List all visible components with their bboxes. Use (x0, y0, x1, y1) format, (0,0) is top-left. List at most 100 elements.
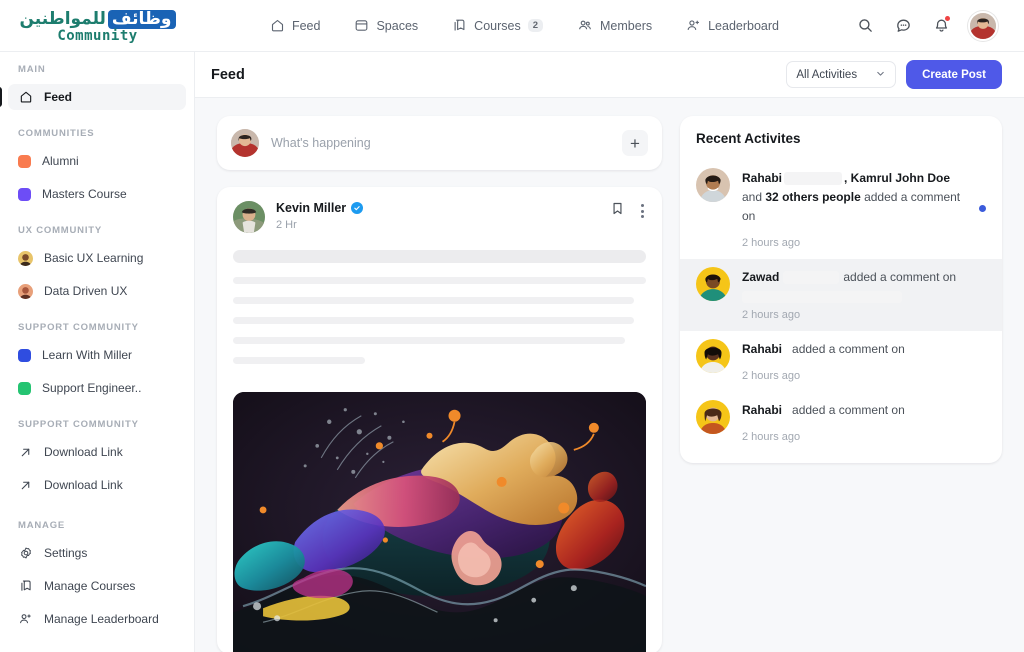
members-icon (577, 18, 593, 33)
activity-timestamp: 2 hours ago (742, 431, 801, 443)
activity-item[interactable]: Rahabi added a comment on 2 hours ago (680, 331, 1002, 392)
activity-text: Zawad added a comment on (742, 268, 986, 303)
sidebar-item-basic-ux-learning[interactable]: Basic UX Learning (8, 245, 186, 271)
sidebar-group-label: UX COMMUNITY (18, 225, 103, 236)
placeholder-line (233, 297, 634, 304)
activity-text-block: Zawad added a comment on 2 hours ago (742, 267, 986, 321)
post-timestamp: 2 Hr (276, 219, 297, 231)
nav-item-courses[interactable]: Courses 2 (448, 12, 547, 39)
top-bar-actions (854, 10, 1002, 41)
create-post-button[interactable]: Create Post (906, 60, 1002, 89)
more-vertical-icon[interactable] (639, 202, 646, 220)
nav-item-spaces[interactable]: Spaces (350, 12, 422, 39)
sidebar-group-label: MAIN (18, 64, 46, 75)
activity-actor: Zawad (742, 270, 780, 284)
brand-arabic-rest: للمواطنين (19, 9, 106, 29)
post-composer[interactable]: What's happening + (217, 116, 662, 170)
avatar[interactable] (233, 201, 265, 233)
activity-count: 32 (765, 190, 779, 204)
chevron-down-icon (875, 68, 886, 82)
nav-item-members[interactable]: Members (573, 12, 656, 39)
leaderboard-icon (18, 612, 33, 626)
avatar (696, 339, 730, 373)
activity-item[interactable]: Rahabi , Kamrul John Doe and 32 others pe… (680, 160, 1002, 259)
color-swatch-icon (18, 154, 31, 168)
sidebar-item-label: Manage Courses (44, 579, 136, 593)
avatar (231, 129, 259, 157)
activity-action: added a comment on (792, 342, 905, 356)
unread-dot (979, 205, 986, 212)
add-attachment-button[interactable]: + (622, 130, 648, 156)
page-title: Feed (211, 66, 245, 83)
redacted-text (742, 291, 902, 303)
post-card: Kevin Miller 2 Hr (217, 187, 662, 652)
sidebar-group-label: SUPPORT COMMUNITY (18, 419, 139, 430)
recent-activities-column: Recent Activites Rahabi , Kamrul John Doe… (680, 116, 1002, 652)
sidebar-item-feed[interactable]: Feed (0, 84, 186, 110)
sidebar-item-download-link-1[interactable]: Download Link (8, 439, 186, 465)
sidebar-group-label: SUPPORT COMMUNITY (18, 322, 139, 333)
activity-actor: Rahabi (742, 171, 783, 185)
sidebar-item-manage-courses[interactable]: Manage Courses (8, 573, 186, 599)
sidebar-item-data-driven-ux[interactable]: Data Driven UX (8, 278, 186, 304)
activity-text-block: Rahabi added a comment on 2 hours ago (742, 400, 986, 443)
sidebar-item-alumni[interactable]: Alumni (8, 148, 186, 174)
placeholder-line (233, 277, 646, 284)
activities-filter-dropdown[interactable]: All Activities (786, 61, 897, 88)
main-content: Feed All Activities Create Post What's h… (195, 52, 1024, 652)
sidebar: MAIN Feed COMMUNITIES Alumni Masters Cou… (0, 52, 195, 652)
content-area: What's happening + Kevin Miller 2 Hr Rec… (195, 98, 1024, 652)
sidebar-item-manage-leaderboard[interactable]: Manage Leaderboard (8, 606, 186, 632)
sidebar-item-settings[interactable]: Settings (8, 540, 186, 566)
search-icon[interactable] (854, 15, 876, 37)
chat-icon[interactable] (892, 15, 914, 37)
sidebar-item-label: Masters Course (42, 187, 127, 201)
sidebar-item-label: Basic UX Learning (44, 251, 144, 265)
sidebar-item-label: Alumni (42, 154, 79, 168)
sidebar-item-label: Data Driven UX (44, 284, 128, 298)
activity-text: Rahabi added a comment on (742, 340, 986, 359)
top-navigation: Feed Spaces Courses 2 Members Leaderboar… (195, 12, 854, 39)
sidebar-item-label: Download Link (44, 478, 123, 492)
post-composer-input[interactable]: What's happening (271, 136, 610, 150)
avatar (696, 168, 730, 202)
gear-icon (18, 546, 33, 560)
activity-item[interactable]: Rahabi added a comment on 2 hours ago (680, 392, 1002, 453)
activity-others: others people (782, 190, 861, 204)
activity-item[interactable]: Zawad added a comment on 2 hours ago (680, 259, 1002, 331)
sidebar-item-label: Settings (44, 546, 88, 560)
avatar[interactable] (968, 10, 998, 41)
recent-activities-card: Recent Activites Rahabi , Kamrul John Doe… (680, 116, 1002, 463)
sidebar-item-download-link-2[interactable]: Download Link (8, 472, 186, 498)
spaces-icon (354, 18, 369, 33)
sidebar-item-label: Learn With Miller (42, 348, 133, 362)
bell-icon[interactable] (930, 15, 952, 37)
body: MAIN Feed COMMUNITIES Alumni Masters Cou… (0, 52, 1024, 652)
recent-activities-title: Recent Activites (696, 131, 801, 146)
redacted-text (783, 271, 840, 285)
activity-action: added a comment on (843, 270, 957, 284)
post-body-placeholder (233, 233, 646, 389)
sidebar-group-ux-community: UX COMMUNITY Basic UX Learning Data Driv… (0, 225, 194, 304)
avatar (18, 283, 33, 299)
sidebar-item-masters-course[interactable]: Masters Course (8, 181, 186, 207)
brand-logo[interactable]: وظائف للمواطنين Community (0, 0, 195, 52)
nav-item-leaderboard[interactable]: Leaderboard (682, 12, 783, 39)
post-actions (610, 201, 646, 221)
page-header: Feed All Activities Create Post (195, 52, 1024, 98)
avatar (696, 267, 730, 301)
courses-badge: 2 (527, 18, 544, 33)
nav-label-leaderboard: Leaderboard (708, 18, 780, 33)
post-image[interactable] (233, 392, 646, 652)
post-author-row: Kevin Miller (276, 201, 364, 215)
bookmark-icon[interactable] (610, 201, 625, 221)
placeholder-bar (233, 250, 646, 263)
notification-dot (945, 15, 950, 21)
sidebar-group-manage: MANAGE Settings Manage Courses Manage Le… (0, 520, 194, 632)
sidebar-item-learn-with-miller[interactable]: Learn With Miller (8, 342, 186, 368)
nav-item-feed[interactable]: Feed (266, 12, 325, 39)
sidebar-item-support-engineer[interactable]: Support Engineer.. (8, 375, 186, 401)
brand-arabic: وظائف للمواطنين (19, 9, 176, 29)
activity-text-block: Rahabi , Kamrul John Doe and 32 others pe… (742, 168, 967, 249)
sidebar-group-label: MANAGE (18, 520, 66, 531)
